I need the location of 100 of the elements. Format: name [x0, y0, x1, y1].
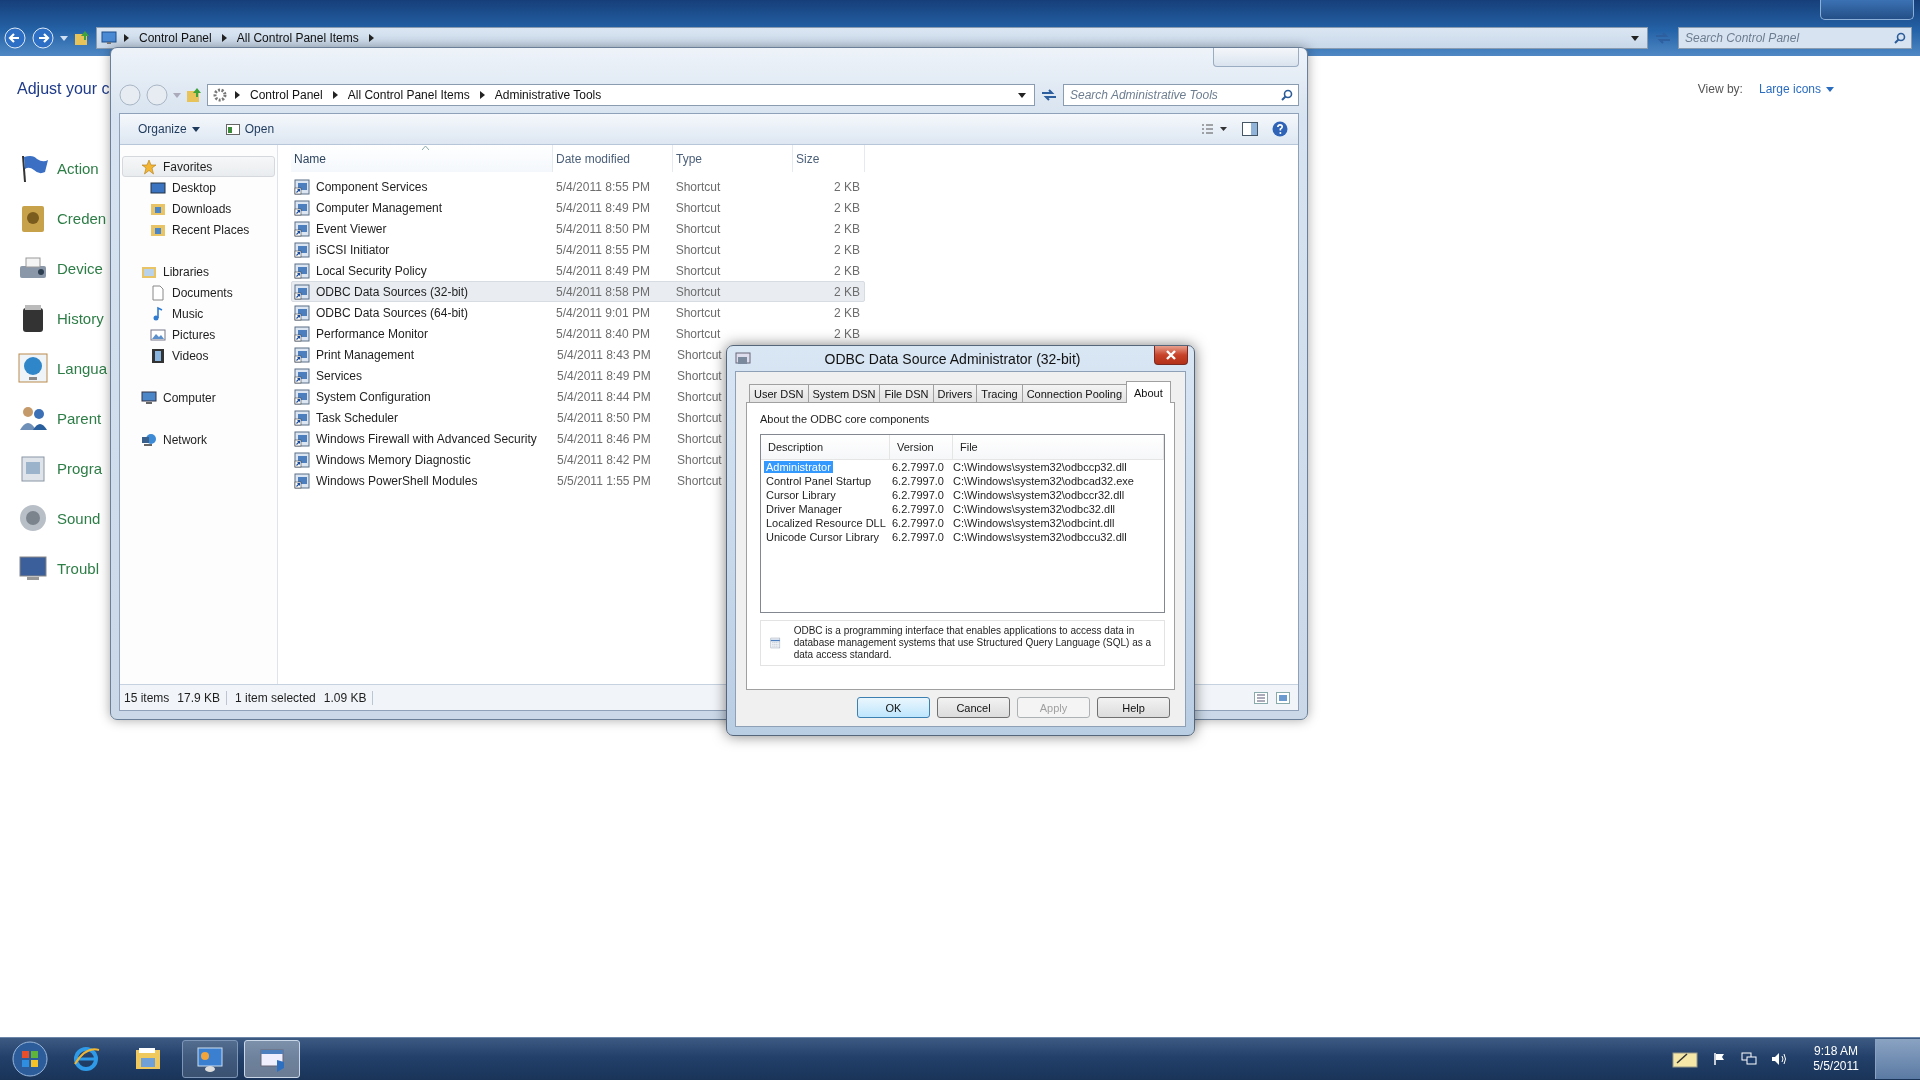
file-row[interactable]: Services 5/4/2011 8:49 PM Shortcut	[291, 365, 865, 386]
table-cell-text: 6.2.7997.0	[891, 475, 945, 487]
list-item[interactable]: Cursor Library	[764, 489, 838, 501]
list-item[interactable]: Control Panel Startup	[764, 475, 874, 487]
file-row[interactable]: Event Viewer 5/4/2011 8:50 PM Shortcut 2 KB	[291, 218, 865, 239]
file-row[interactable]: ODBC Data Sources (32-bit) 5/4/2011 8:58 PM Shortcut 2 KB	[291, 281, 865, 302]
category-link[interactable]: Device	[57, 259, 103, 277]
size-total: 17.9 KB	[177, 690, 221, 705]
close-button[interactable]	[1154, 346, 1188, 365]
network-icon	[141, 431, 157, 448]
breadcrumb-link[interactable]: Administrative Tools	[491, 88, 605, 102]
table-cell-text: 6.2.7997.0	[891, 531, 945, 543]
column-header[interactable]: File	[953, 435, 1164, 459]
category-link[interactable]: Parent	[57, 409, 102, 427]
file-row[interactable]: ODBC Data Sources (64-bit) 5/4/2011 9:01 PM Shortcut 2 KB	[291, 302, 865, 323]
address-bar[interactable]: Control Panel All Control Panel Items Administrative Tools	[207, 84, 1035, 106]
category-link[interactable]: Troubl	[57, 559, 99, 577]
category-link[interactable]: Sound	[57, 509, 101, 527]
folder-up-icon[interactable]	[186, 87, 202, 103]
tab[interactable]: System DSN	[807, 384, 881, 402]
dialog-button[interactable]: Help	[1097, 697, 1170, 718]
nav-item[interactable]: Favorites	[122, 156, 275, 177]
file-row[interactable]: Performance Monitor 5/4/2011 8:40 PM Shortcut 2 KB	[291, 323, 865, 344]
refresh-icon[interactable]	[1040, 87, 1058, 103]
tab[interactable]: File DSN	[879, 384, 934, 402]
nav-item[interactable]: Videos	[120, 345, 277, 366]
chevron-icon[interactable]	[332, 91, 338, 99]
category-link[interactable]: Action	[57, 159, 99, 177]
window-icon	[225, 123, 240, 135]
table-cell-text: 6.2.7997.0	[891, 503, 945, 515]
address-bar[interactable]: Control Panel All Control Panel Items	[96, 27, 1648, 49]
category-link[interactable]: Langua	[57, 359, 108, 377]
dialog-button[interactable]: Cancel	[937, 697, 1010, 718]
search-field[interactable]: Search Control Panel	[1678, 27, 1912, 49]
view-options-icon[interactable]	[1202, 124, 1228, 134]
tab[interactable]: Tracing	[976, 384, 1023, 402]
table-cell-text: C:\Windows\system32\odbccu32.dll	[953, 531, 1128, 543]
category-link[interactable]: Creden	[57, 209, 107, 227]
column-header[interactable]: Type	[673, 145, 793, 172]
start-button[interactable]	[12, 1041, 48, 1077]
breadcrumb-link[interactable]: Control Panel	[247, 88, 326, 102]
chevron-icon[interactable]	[368, 34, 374, 42]
nav-item[interactable]: Music	[120, 303, 277, 324]
category-link[interactable]: History	[57, 309, 104, 327]
view-by-dropdown[interactable]: Large icons	[1758, 82, 1834, 96]
tab[interactable]: Drivers	[932, 384, 978, 402]
breadcrumb-link[interactable]: Control Panel	[136, 31, 215, 45]
speaker-icon[interactable]	[17, 502, 49, 534]
column-header[interactable]: Description	[761, 435, 890, 459]
breadcrumb-link[interactable]: All Control Panel Items	[233, 31, 362, 45]
nav-item[interactable]: Pictures	[120, 324, 277, 345]
globe-icon[interactable]	[17, 352, 49, 384]
browser-icon	[71, 1044, 101, 1074]
breadcrumb-link[interactable]: All Control Panel Items	[344, 88, 473, 102]
search-field[interactable]: Search Administrative Tools	[1063, 84, 1299, 106]
chevron-icon[interactable]	[124, 34, 129, 42]
shortcut-icon	[294, 262, 310, 279]
tab[interactable]: User DSN	[749, 384, 809, 402]
file-row[interactable]: Component Services 5/4/2011 8:55 PM Shortcut 2 KB	[291, 176, 865, 197]
caret-icon[interactable]	[1018, 92, 1026, 98]
nav-item[interactable]: Documents	[120, 282, 277, 303]
table-cell-text: C:\Windows\system32\odbc32.dll	[953, 503, 1116, 515]
organize-menu[interactable]: Organize	[132, 119, 206, 139]
file-row[interactable]: Computer Management 5/4/2011 8:49 PM Shortcut 2 KB	[291, 197, 865, 218]
tab[interactable]: About	[1126, 381, 1171, 403]
folder-up-icon[interactable]	[74, 30, 90, 46]
caret-icon	[1826, 86, 1834, 92]
chevron-icon[interactable]	[235, 91, 240, 99]
shortcut-icon	[294, 388, 310, 405]
shortcut-icon	[294, 283, 310, 300]
list-item[interactable]: Driver Manager	[764, 503, 844, 515]
notes-icon[interactable]	[1671, 1049, 1700, 1069]
network-icon[interactable]	[1741, 1052, 1758, 1066]
preview-pane-icon[interactable]	[1242, 122, 1258, 136]
nav-item[interactable]: Recent Places	[120, 219, 277, 240]
column-header[interactable]: Date modified	[553, 145, 673, 172]
open-button[interactable]: Open	[219, 119, 281, 139]
column-header[interactable]: Name	[291, 145, 553, 172]
table-cell-text: C:\Windows\system32\odbcad32.exe	[953, 475, 1135, 487]
window-title: ODBC Data Source Administrator (32-bit)	[823, 350, 1082, 367]
nav-item[interactable]: Desktop	[120, 177, 277, 198]
list-item[interactable]: Unicode Cursor Library	[764, 531, 882, 543]
column-header[interactable]: Size	[793, 145, 865, 172]
large-icons-view-icon[interactable]	[1276, 691, 1290, 704]
caret-icon[interactable]	[1631, 35, 1639, 41]
chevron-icon[interactable]	[221, 34, 227, 42]
dialog-button[interactable]: OK	[857, 697, 930, 718]
help-icon[interactable]	[1272, 121, 1288, 137]
category-link[interactable]: Progra	[57, 459, 103, 477]
file-row[interactable]: Local Security Policy 5/4/2011 8:49 PM Shortcut 2 KB	[291, 260, 865, 281]
tab[interactable]: Connection Pooling	[1021, 384, 1128, 402]
list-item[interactable]: Localized Resource DLL	[764, 517, 888, 529]
nav-item[interactable]: Libraries	[122, 261, 275, 282]
nav-item[interactable]: Computer	[122, 387, 275, 408]
nav-item[interactable]: Downloads	[120, 198, 277, 219]
column-header[interactable]: Version	[890, 435, 953, 459]
clock[interactable]: 9:18 AM 5/5/2011	[1799, 1044, 1869, 1074]
nav-item[interactable]: Network	[122, 429, 275, 450]
file-row[interactable]: iSCSI Initiator 5/4/2011 8:55 PM Shortcut 2 KB	[291, 239, 865, 260]
chevron-icon[interactable]	[479, 91, 485, 99]
